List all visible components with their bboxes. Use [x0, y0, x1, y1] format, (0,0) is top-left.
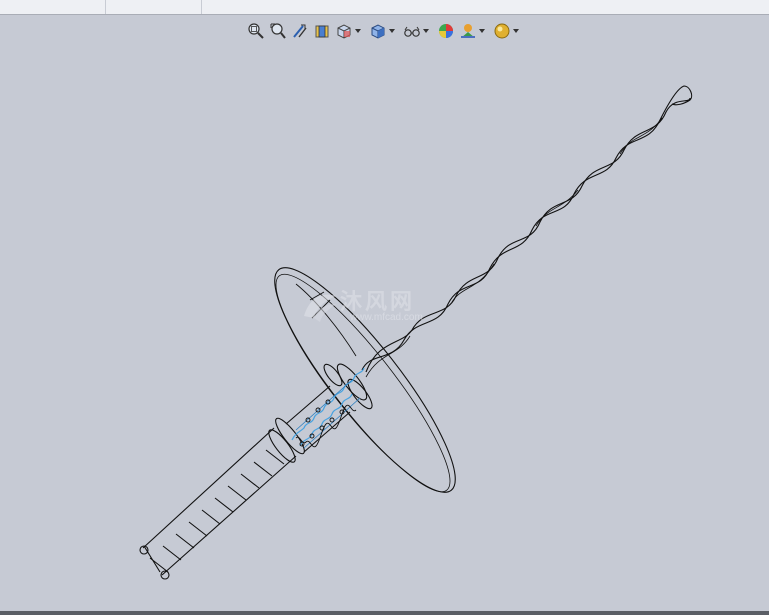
display-style-button[interactable]: [368, 21, 400, 41]
zoom-to-fit-icon: [248, 23, 264, 39]
view-settings-button[interactable]: [492, 21, 524, 41]
handle-rail-b: [161, 455, 297, 576]
apply-scene-button[interactable]: [458, 21, 490, 41]
chevron-down-icon: [423, 29, 429, 33]
previous-view-icon: [293, 24, 307, 38]
view-settings-icon: [494, 23, 510, 39]
edit-appearance-button[interactable]: [436, 21, 456, 41]
view-orientation-button[interactable]: [334, 21, 366, 41]
section-view-button[interactable]: [312, 21, 332, 41]
zoom-to-fit-button[interactable]: [246, 21, 266, 41]
chevron-down-icon: [513, 29, 519, 33]
display-style-icon: [371, 24, 385, 39]
status-bar-edge: [0, 611, 769, 615]
chevron-down-icon: [389, 29, 395, 33]
watermark: 沐风网 www.mfcad.com: [300, 282, 470, 330]
apply-scene-icon: [461, 24, 475, 38]
heads-up-view-toolbar: [246, 20, 524, 42]
hide-show-items-button[interactable]: [402, 21, 434, 41]
hide-show-items-icon: [404, 26, 420, 37]
watermark-logo-icon: [304, 294, 336, 322]
view-orientation-icon: [337, 24, 351, 39]
graphics-area[interactable]: 沐风网 www.mfcad.com: [0, 0, 769, 615]
zoom-to-area-button[interactable]: [268, 21, 288, 41]
handle-rail-a: [142, 427, 275, 549]
previous-view-button[interactable]: [290, 21, 310, 41]
edit-appearance-icon: [439, 24, 453, 38]
chevron-down-icon: [355, 29, 361, 33]
helix-strand-a: [365, 97, 691, 373]
watermark-subtitle: www.mfcad.com: [350, 312, 423, 323]
section-view-icon: [315, 25, 329, 38]
zoom-to-area-icon: [270, 23, 286, 39]
chevron-down-icon: [479, 29, 485, 33]
